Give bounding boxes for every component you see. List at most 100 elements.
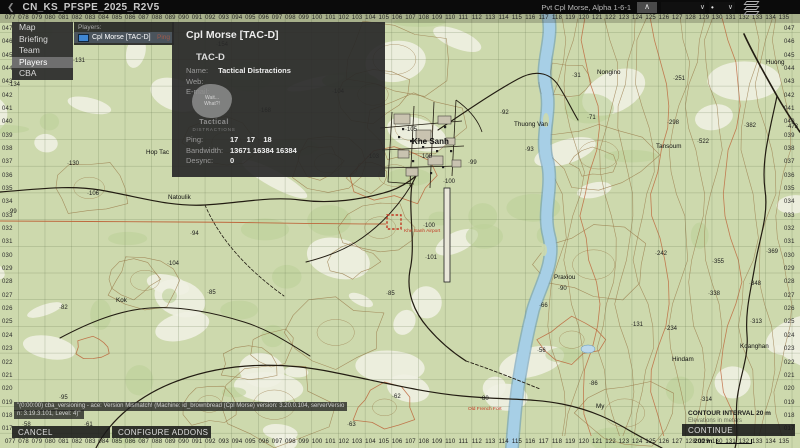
stat-value: 0 [230,156,234,165]
stat-value: 13671 16384 16384 [230,146,297,155]
menu-item-map[interactable]: Map [12,22,73,34]
channel-select[interactable]: ∨ [661,2,705,13]
mission-title: CN_KS_PFSPE_2025_R2V5 [23,2,160,13]
desync-stat: Desync:0 [186,156,297,165]
svg-text:·85: ·85 [386,291,395,297]
menu-item-cba[interactable]: CBA [12,68,73,80]
cancel-button[interactable]: CANCEL [12,426,110,438]
svg-text:Huong: Huong [766,59,785,66]
svg-text:Hindam: Hindam [672,356,694,363]
menu-item-briefing[interactable]: Briefing [12,34,73,46]
svg-text:·63: ·63 [347,422,356,428]
dot-icon: • [711,2,714,13]
squad-tag: TAC-D [196,52,385,63]
field-value: Tactical Distractions [218,66,291,75]
continue-button[interactable]: CONTINUE [682,424,795,436]
unit-side-icon [78,34,89,42]
back-icon[interactable]: ❮ [7,2,15,13]
svg-text:·473: ·473 [786,124,799,130]
player-row[interactable]: Cpl Morse [TAC-D] Ping [74,32,174,43]
svg-text:·56: ·56 [537,348,546,354]
svg-text:Tansoum: Tansoum [656,143,682,150]
svg-text:·90: ·90 [558,286,567,292]
svg-text:Old French Fort: Old French Fort [468,406,502,412]
svg-text:·522: ·522 [697,139,710,145]
svg-text:·31: ·31 [572,73,581,79]
svg-text:Khe Sanh: Khe Sanh [412,137,449,146]
svg-text:·108: ·108 [420,154,433,160]
svg-text:·94: ·94 [190,231,199,237]
scale-ruler [716,439,752,444]
player-status: Pvt Cpl Morse, Alpha 1-6-1 [541,3,631,12]
game-map-screen: ·112·154·154·104·168·149·103·131·134·99·… [0,0,800,448]
svg-text:·130: ·130 [67,161,80,167]
svg-text:·134: ·134 [8,82,21,88]
svg-text:·82: ·82 [59,305,68,311]
svg-text:·99: ·99 [468,160,477,166]
menu-item-team[interactable]: Team [12,45,73,57]
svg-text:·86: ·86 [589,381,598,387]
svg-text:·314: ·314 [700,397,713,403]
svg-text:·99: ·99 [8,209,17,215]
svg-text:·106: ·106 [87,191,100,197]
svg-text:·66: ·66 [539,303,548,309]
svg-text:·251: ·251 [673,76,686,82]
svg-text:·338: ·338 [708,291,721,297]
stat-value: 17 17 18 [230,135,272,144]
svg-text:·92: ·92 [500,110,509,116]
svg-text:·348: ·348 [749,281,762,287]
svg-text:Nongino: Nongino [597,69,621,76]
menu-item-players[interactable]: Players [12,57,73,69]
stat-label: Desync: [186,156,230,165]
map-canvas[interactable]: ·112·154·154·104·168·149·103·131·134·99·… [0,0,800,448]
svg-text:·100: ·100 [443,179,456,185]
chat-log-line: n: 3.19.3.101, Level: 4)" [14,410,84,419]
squad-logo-image: Wait... What?! [192,84,232,118]
svg-text:·80: ·80 [480,396,489,402]
ping-column-label: Ping [157,34,170,41]
player-name: Cpl Morse [TAC-D] [92,34,151,41]
svg-text:·234: ·234 [665,326,678,332]
svg-text:·105: ·105 [405,127,418,133]
svg-text:·95: ·95 [59,395,68,401]
bandwidth-stat: Bandwidth:13671 16384 16384 [186,146,297,155]
svg-text:·369: ·369 [766,249,779,255]
svg-text:·131: ·131 [73,58,86,64]
field-label: Name: [186,66,216,75]
players-panel: Players: Cpl Morse [TAC-D] Ping [74,22,174,45]
logo-caption: DISTRACTIONS [182,127,246,132]
configure-addons-button[interactable]: CONFIGURE ADDONS [112,426,211,438]
collapse-button[interactable]: ∧ [637,2,657,13]
stat-label: Bandwidth: [186,146,230,155]
svg-text:·355: ·355 [712,259,725,265]
svg-text:Koanghan: Koanghan [740,343,769,350]
marker-select[interactable]: • ∨ [709,2,735,13]
svg-text:·93: ·93 [525,147,534,153]
svg-text:My: My [596,403,605,410]
chevron-down-icon: ∨ [728,2,733,13]
svg-text:·298: ·298 [667,120,680,126]
map-screen-menu: Map Briefing Team Players CBA [12,22,73,80]
svg-text:Kok: Kok [116,297,128,304]
layers-icon[interactable] [745,0,758,15]
svg-text:Praxiou: Praxiou [554,274,576,281]
player-info-panel: Cpl Morse [TAC-D] TAC-D Name: Tactical D… [172,22,385,177]
svg-text:·85: ·85 [207,290,216,296]
svg-text:Hop Tac: Hop Tac [146,149,169,156]
logo-caption: Tactical [182,119,246,126]
svg-text:Thuong Van: Thuong Van [514,121,548,128]
connection-stats: Ping:17 17 18 Bandwidth:13671 16384 1638… [186,135,297,167]
svg-text:·382: ·382 [744,123,757,129]
logo-text: Wait... [205,95,219,101]
players-header: Players: [74,22,174,32]
logo-text: What?! [204,101,220,107]
svg-text:·104: ·104 [167,261,180,267]
svg-text:Natoulik: Natoulik [168,194,192,201]
svg-text:·131: ·131 [631,322,644,328]
svg-text:·71: ·71 [587,115,596,121]
svg-text:·313: ·313 [750,319,763,325]
squad-name-row: Name: Tactical Distractions [186,66,385,75]
svg-text:·242: ·242 [655,251,668,257]
squad-logo: Wait... What?! Tactical DISTRACTIONS [188,84,240,136]
scale-value: 200 m [694,438,712,445]
